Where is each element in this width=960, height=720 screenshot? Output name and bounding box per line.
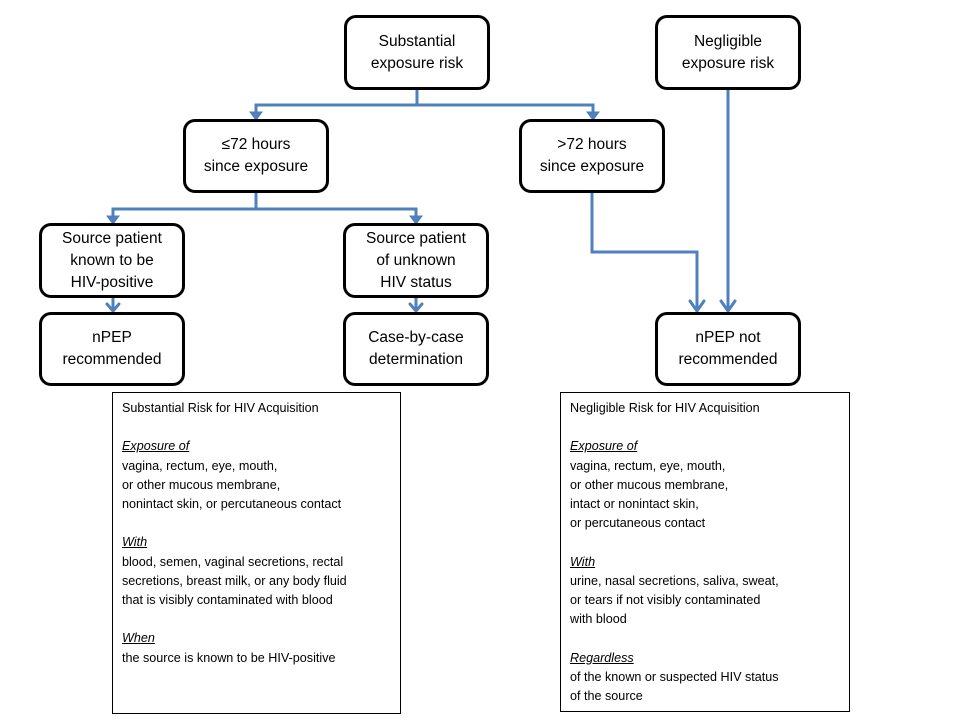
section-heading: Exposure of xyxy=(570,439,638,454)
section-line: or other mucous membrane, xyxy=(570,477,729,492)
node-line: nPEP not xyxy=(695,329,761,346)
substantial-risk-panel: Substantial Risk for HIV Acquisition Exp… xyxy=(112,392,401,714)
node-substantial-exposure-risk: Substantial exposure risk xyxy=(344,15,490,90)
section-line: vagina, rectum, eye, mouth, xyxy=(570,458,726,473)
connector-substantial-to-over-72h xyxy=(417,103,595,119)
section-line: urine, nasal secretions, saliva, sweat, xyxy=(570,573,779,588)
section-heading: Regardless xyxy=(570,650,634,665)
node-line: HIV status xyxy=(380,273,452,291)
section-heading: When xyxy=(122,631,155,646)
panel-title: Substantial Risk for HIV Acquisition xyxy=(122,401,319,415)
connector-within-72h-to-source-known xyxy=(111,207,256,223)
node-source-unknown-hiv-status: Source patient of unknown HIV status xyxy=(343,223,489,298)
section-line: with blood xyxy=(570,612,627,627)
section-line: of the known or suspected HIV status xyxy=(570,669,779,684)
section-line: that is visibly contaminated with blood xyxy=(122,593,333,607)
node-line: recommended xyxy=(678,351,778,368)
panel-title: Negligible Risk for HIV Acquisition xyxy=(570,401,760,415)
node-line: Negligible xyxy=(693,32,763,50)
node-line: of unknown xyxy=(376,251,456,269)
connector-within-72h-to-source-unknown xyxy=(256,207,418,223)
section-line: or tears if not visibly contaminated xyxy=(570,593,761,607)
node-line: ≤72 hours xyxy=(221,136,291,153)
node-case-by-case-determination: Case-by-case determination xyxy=(343,312,489,386)
node-within-72-hours: ≤72 hours since exposure xyxy=(183,119,329,193)
connector-over-72h-to-npep-not xyxy=(590,192,699,311)
node-line: HIV-positive xyxy=(70,273,154,291)
node-over-72-hours: >72 hours since exposure xyxy=(519,119,665,193)
node-line: >72 hours xyxy=(557,136,627,153)
section-line: blood, semen, vaginal secretions, rectal xyxy=(122,554,344,569)
section-line: vagina, rectum, eye, mouth, xyxy=(122,458,278,473)
node-line: determination xyxy=(369,351,463,368)
section-line: or other mucous membrane, xyxy=(122,477,281,492)
section-line: or percutaneous contact xyxy=(570,516,706,531)
section-line: nonintact skin, or percutaneous contact xyxy=(122,497,342,511)
node-line: recommended xyxy=(62,351,162,368)
node-line: known to be xyxy=(70,251,154,269)
node-npep-recommended: nPEP recommended xyxy=(39,312,185,386)
section-heading: With xyxy=(570,554,596,569)
node-line: since exposure xyxy=(203,158,309,175)
node-line: Case-by-case xyxy=(368,329,464,346)
section-line: secretions, breast milk, or any body flu… xyxy=(122,573,347,588)
node-line: Source patient xyxy=(62,229,162,247)
section-line: of the source xyxy=(570,689,643,703)
section-line: the source is known to be HIV-positive xyxy=(122,650,336,665)
negligible-risk-panel: Negligible Risk for HIV Acquisition Expo… xyxy=(560,392,850,712)
node-line: exposure risk xyxy=(370,54,464,72)
node-source-known-hiv-positive: Source patient known to be HIV-positive xyxy=(39,223,185,298)
node-line: Source patient xyxy=(366,229,466,247)
section-heading: With xyxy=(122,535,148,550)
node-line: Substantial xyxy=(378,32,456,50)
node-line: nPEP xyxy=(92,329,132,346)
node-npep-not-recommended: nPEP not recommended xyxy=(655,312,801,386)
node-negligible-exposure-risk: Negligible exposure risk xyxy=(655,15,801,90)
section-heading: Exposure of xyxy=(122,439,190,454)
node-line: since exposure xyxy=(539,158,645,175)
connector-substantial-to-within-72h xyxy=(254,103,417,119)
node-line: exposure risk xyxy=(681,54,775,72)
section-line: intact or nonintact skin, xyxy=(570,497,699,511)
